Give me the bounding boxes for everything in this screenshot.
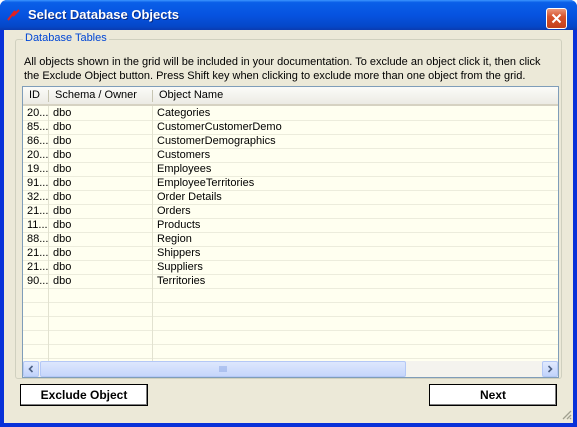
cell-schema: dbo [53, 177, 72, 189]
scroll-left-button[interactable] [23, 361, 39, 377]
cell-id: 21... [27, 247, 49, 259]
cell-id: 20... [27, 149, 49, 161]
arrow-right-icon [547, 365, 553, 373]
instructions-text: All objects shown in the grid will be in… [24, 55, 559, 83]
cell-id: 91... [27, 177, 49, 189]
instructions-line-2: the Exclude Object button. Press Shift k… [24, 70, 526, 82]
table-row[interactable]: 85... dbo CustomerCustomerDemo [23, 120, 558, 134]
grid-body: 20... dbo Categories 85... dbo CustomerCustom… [23, 106, 558, 361]
cell-schema: dbo [53, 135, 72, 147]
dialog-window: Select Database Objects Database Tables … [0, 0, 577, 427]
cell-name: CustomerDemographics [157, 135, 276, 147]
row-divider [23, 344, 558, 345]
objects-grid[interactable]: ID Schema / Owner Object Name 20... dbo Ca… [22, 86, 559, 378]
cell-name: Suppliers [157, 261, 203, 273]
cell-name: EmployeeTerritories [157, 177, 255, 189]
horizontal-scrollbar[interactable] [23, 361, 558, 377]
row-divider [23, 330, 558, 331]
table-row[interactable]: 88... dbo Region [23, 232, 558, 246]
table-row[interactable]: 21... dbo Suppliers [23, 260, 558, 274]
cell-schema: dbo [53, 233, 72, 245]
row-divider [23, 358, 558, 359]
cell-id: 86... [27, 135, 49, 147]
cell-name: Categories [157, 107, 211, 119]
column-header-id[interactable]: ID [23, 87, 47, 104]
title-bar[interactable]: Select Database Objects [0, 0, 577, 30]
cell-name: Region [157, 233, 192, 245]
cell-id: 21... [27, 205, 49, 217]
table-row[interactable]: 86... dbo CustomerDemographics [23, 134, 558, 148]
scroll-right-button[interactable] [542, 361, 558, 377]
instructions-line-1: All objects shown in the grid will be in… [24, 56, 541, 68]
table-row[interactable]: 91... dbo EmployeeTerritories [23, 176, 558, 190]
cell-schema: dbo [53, 107, 72, 119]
cell-schema: dbo [53, 275, 72, 287]
cell-id: 19... [27, 163, 49, 175]
cell-schema: dbo [53, 205, 72, 217]
cell-id: 20... [27, 107, 49, 119]
cell-name: Products [157, 219, 201, 231]
database-tables-group: Database Tables All objects shown in the… [15, 32, 562, 379]
cell-name: CustomerCustomerDemo [157, 121, 282, 133]
cell-id: 85... [27, 121, 49, 133]
grid-header: ID Schema / Owner Object Name [23, 87, 558, 106]
cell-name: Territories [157, 275, 206, 287]
cell-name: Employees [157, 163, 212, 175]
group-legend: Database Tables [23, 32, 109, 44]
resize-grip-icon[interactable] [560, 408, 572, 420]
window-title: Select Database Objects [28, 7, 180, 22]
exclude-object-button[interactable]: Exclude Object [20, 384, 148, 406]
table-row[interactable]: 11... dbo Products [23, 218, 558, 232]
cell-schema: dbo [53, 121, 72, 133]
cell-schema: dbo [53, 261, 72, 273]
cell-schema: dbo [53, 191, 72, 203]
table-row[interactable]: 32... dbo Order Details [23, 190, 558, 204]
row-divider [23, 316, 558, 317]
cell-name: Orders [157, 205, 191, 217]
table-row[interactable]: 20... dbo Customers [23, 148, 558, 162]
cell-id: 11... [27, 219, 48, 231]
column-header-object-name[interactable]: Object Name [153, 87, 453, 104]
scrollbar-thumb[interactable] [40, 361, 406, 377]
cell-id: 88... [27, 233, 49, 245]
app-logo-icon [7, 9, 20, 21]
column-header-schema[interactable]: Schema / Owner [49, 87, 151, 104]
table-row[interactable]: 21... dbo Orders [23, 204, 558, 218]
cell-schema: dbo [53, 163, 72, 175]
next-button[interactable]: Next [429, 384, 557, 406]
arrow-left-icon [28, 365, 34, 373]
cell-schema: dbo [53, 149, 72, 161]
cell-id: 90... [27, 275, 49, 287]
table-row[interactable]: 21... dbo Shippers [23, 246, 558, 260]
cell-name: Customers [157, 149, 211, 161]
row-divider [23, 302, 558, 303]
close-button[interactable] [546, 8, 567, 29]
thumb-grip-icon [219, 366, 227, 372]
cell-name: Shippers [157, 247, 201, 259]
table-row[interactable]: 90... dbo Territories [23, 274, 558, 288]
cell-id: 21... [27, 261, 49, 273]
cell-name: Order Details [157, 191, 222, 203]
dialog-body: Database Tables All objects shown in the… [4, 30, 573, 423]
cell-id: 32... [27, 191, 49, 203]
close-icon [551, 13, 562, 24]
table-row[interactable]: 19... dbo Employees [23, 162, 558, 176]
row-divider [23, 288, 558, 289]
cell-schema: dbo [53, 219, 72, 231]
table-row[interactable]: 20... dbo Categories [23, 106, 558, 120]
cell-schema: dbo [53, 247, 72, 259]
